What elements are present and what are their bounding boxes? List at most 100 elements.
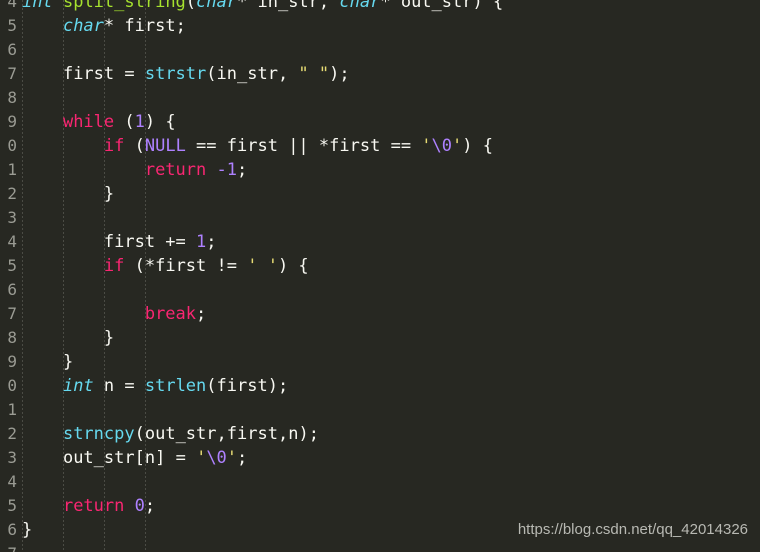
code-token-op: [53, 0, 63, 12]
code-line[interactable]: break;: [20, 302, 760, 326]
code-token-op: [: [134, 448, 145, 468]
code-token-id: n =: [93, 376, 145, 396]
code-line[interactable]: }: [20, 326, 760, 350]
code-token-op: [124, 496, 134, 516]
code-token-op: *: [103, 16, 125, 36]
code-token-type: char: [339, 0, 381, 12]
code-token-id: first;: [124, 16, 186, 36]
code-token-id: first: [226, 136, 278, 156]
code-token-lib: strncpy: [62, 424, 135, 444]
code-line[interactable]: [20, 38, 760, 62]
code-token-kw: return: [144, 160, 207, 180]
line-number: 8: [7, 328, 17, 347]
code-token-kw: if: [103, 136, 125, 156]
code-line-text: first = strstr(in_str, " ");: [20, 64, 350, 84]
code-token-op: );: [267, 376, 289, 396]
code-line[interactable]: [20, 470, 760, 494]
code-token-kw: return: [62, 496, 125, 516]
code-token-op: );: [298, 424, 319, 444]
code-line[interactable]: [20, 86, 760, 110]
line-number: 4: [7, 472, 17, 491]
code-line[interactable]: strncpy(out_str,first,n);: [20, 422, 760, 446]
code-token-op: ) {: [144, 112, 176, 132]
code-token-kw: break: [144, 304, 197, 324]
line-number: 6: [7, 280, 17, 299]
code-token-op: ) {: [472, 0, 504, 12]
code-token-op: );: [329, 64, 350, 84]
code-token-num: -1: [216, 160, 237, 180]
code-token-op: ,: [318, 0, 340, 12]
code-token-type: int: [22, 0, 53, 12]
watermark-url: https://blog.csdn.net/qq_42014326: [517, 521, 748, 538]
code-line[interactable]: return 0;: [20, 494, 760, 518]
code-line-text: return -1;: [20, 160, 247, 180]
line-number: 4: [7, 0, 17, 11]
code-editor[interactable]: 4 5 6 7 8 9 0 1 2 3 4 5 6 7 8 9 0 1 2 3 4 5 6 7 int split_strin…: [0, 0, 760, 552]
code-token-op: ==: [380, 136, 422, 156]
line-number: 5: [7, 496, 17, 515]
code-token-op: ;: [144, 496, 156, 516]
code-token-id: first +=: [103, 232, 197, 252]
code-token-kw: while: [62, 112, 115, 132]
code-line-text: }: [20, 328, 114, 348]
code-token-num: 1: [196, 232, 207, 252]
code-token-str: ': [226, 448, 238, 468]
code-line[interactable]: }: [20, 182, 760, 206]
code-token-id: in_str: [216, 64, 278, 84]
code-token-str: " ": [298, 64, 330, 84]
code-line[interactable]: if (*first != ' ') {: [20, 254, 760, 278]
code-line[interactable]: char* first;: [20, 14, 760, 38]
code-line[interactable]: out_str[n] = '\0';: [20, 446, 760, 470]
line-number: 0: [7, 376, 17, 395]
code-line[interactable]: int n = strlen(first);: [20, 374, 760, 398]
code-token-op: [206, 160, 216, 180]
code-token-op: ,: [277, 424, 289, 444]
code-line-text: first += 1;: [20, 232, 217, 252]
code-token-num: 0: [134, 496, 145, 516]
line-number: 2: [7, 424, 17, 443]
code-token-id: first: [155, 256, 207, 276]
code-token-kw: if: [103, 256, 125, 276]
code-token-type: char: [62, 16, 104, 36]
line-number: 6: [7, 520, 17, 539]
code-token-op: ) {: [277, 256, 309, 276]
code-token-str: ': [452, 136, 463, 156]
code-line[interactable]: return -1;: [20, 158, 760, 182]
code-line[interactable]: [20, 398, 760, 422]
code-line[interactable]: while (1) {: [20, 110, 760, 134]
line-number: 6: [7, 40, 17, 59]
line-number: 7: [0, 542, 17, 552]
code-token-id: out_str: [144, 424, 217, 444]
line-number: 3: [7, 208, 17, 227]
code-token-op: !=: [206, 256, 248, 276]
code-token-num: \0: [431, 136, 453, 156]
code-token-id: in_str: [257, 0, 319, 12]
code-token-lib: strstr: [144, 64, 207, 84]
code-token-op: ||: [277, 136, 319, 156]
code-token-op: }: [62, 352, 74, 372]
code-line[interactable]: }: [20, 350, 760, 374]
code-token-str: ': [196, 448, 207, 468]
code-line[interactable]: [20, 206, 760, 230]
code-line[interactable]: first = strstr(in_str, " ");: [20, 62, 760, 86]
line-number: 7: [7, 304, 17, 323]
code-line-text: int split_string(char* in_str, char* out…: [20, 0, 503, 12]
code-token-id: n: [288, 424, 299, 444]
code-line[interactable]: [20, 278, 760, 302]
code-line[interactable]: int split_string(char* in_str, char* out…: [20, 0, 760, 14]
code-line[interactable]: if (NULL == first || *first == '\0') {: [20, 134, 760, 158]
code-line[interactable]: first += 1;: [20, 230, 760, 254]
code-token-id: first: [216, 376, 268, 396]
code-content[interactable]: int split_string(char* in_str, char* out…: [20, 0, 760, 552]
code-token-num: NULL: [144, 136, 186, 156]
